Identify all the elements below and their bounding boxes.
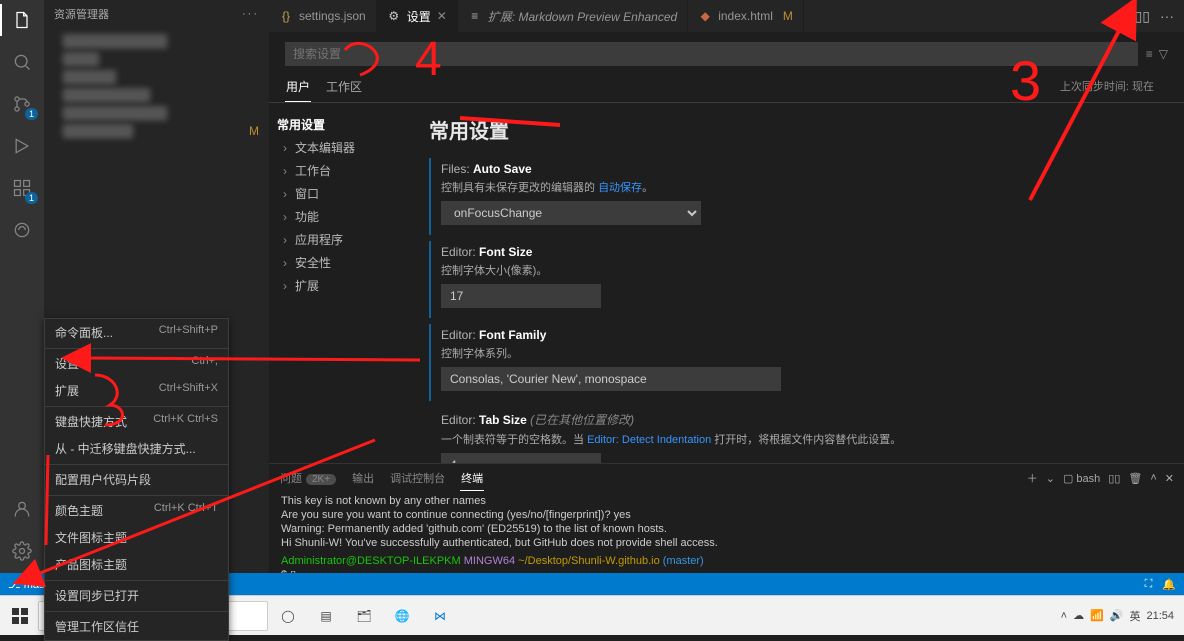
filter-icon[interactable]: ▽: [1159, 47, 1168, 61]
manage-context-menu: 命令面板...Ctrl+Shift+P 设置Ctrl+, 扩展Ctrl+Shif…: [44, 318, 229, 641]
taskbar-vscode-icon[interactable]: ⋈: [422, 600, 458, 632]
editor-tabs: {}settings.json ⚙设置✕ ≡扩展: Markdown Previ…: [269, 0, 1184, 32]
tray-chevron-icon: ˄: [1061, 610, 1067, 622]
menu-workspace-trust[interactable]: 管理工作区信任: [45, 611, 228, 640]
list-item[interactable]: ██████: [44, 68, 269, 86]
toc-item[interactable]: ›功能: [275, 205, 413, 228]
toc-item[interactable]: ›文本编辑器: [275, 136, 413, 159]
settings-toc: 常用设置 ›文本编辑器 ›工作台 ›窗口 ›功能 ›应用程序 ›安全性 ›扩展: [269, 103, 419, 463]
copilot-icon[interactable]: [8, 216, 36, 244]
run-icon[interactable]: [8, 132, 36, 160]
setting-font-family: Editor: Font Family 控制字体系列。: [429, 324, 1164, 401]
settings-list: 常用设置 Files: Auto Save 控制具有未保存更改的编辑器的 自动保…: [419, 103, 1184, 463]
list-item[interactable]: ████████████: [44, 32, 269, 50]
menu-extensions[interactable]: 扩展Ctrl+Shift+X: [45, 377, 228, 404]
list-item[interactable]: ██████████: [44, 86, 269, 104]
tab-settings-json[interactable]: {}settings.json: [269, 0, 377, 32]
toc-head[interactable]: 常用设置: [275, 113, 413, 136]
scope-workspace[interactable]: 工作区: [325, 70, 363, 102]
panel-tab-debug[interactable]: 调试控制台: [389, 466, 446, 490]
search-settings-input[interactable]: [285, 42, 1138, 66]
split-editor-icon[interactable]: ▯▯: [1135, 8, 1150, 25]
taskbar-edge-icon[interactable]: 🌐: [384, 600, 420, 632]
menu-settings-sync[interactable]: 设置同步已打开: [45, 580, 228, 609]
toc-item[interactable]: ›工作台: [275, 159, 413, 182]
tray-onedrive-icon: ☁: [1073, 609, 1084, 622]
accounts-icon[interactable]: [8, 495, 36, 523]
more-actions-icon[interactable]: ···: [1160, 8, 1174, 24]
font-family-input[interactable]: [441, 367, 781, 391]
tray-ime: 英: [1129, 608, 1140, 624]
start-button[interactable]: [4, 600, 36, 632]
toc-item[interactable]: ›扩展: [275, 274, 413, 297]
list-item[interactable]: ████████████: [44, 104, 269, 122]
menu-snippets[interactable]: 配置用户代码片段: [45, 464, 228, 493]
tray-wifi-icon: 📶: [1090, 609, 1104, 622]
clear-search-icon[interactable]: ≡: [1146, 47, 1153, 61]
split-terminal-icon[interactable]: ▯▯: [1108, 472, 1120, 485]
list-item[interactable]: ████: [44, 50, 269, 68]
setting-tab-size: Editor: Tab Size (已在其他位置修改) 一个制表符等于的空格数。…: [429, 407, 1164, 463]
extensions-icon[interactable]: 1: [8, 174, 36, 202]
taskbar-explorer-icon[interactable]: 🗂: [346, 600, 382, 632]
list-item[interactable]: ████████M: [44, 122, 269, 140]
maximize-panel-icon[interactable]: ˄: [1150, 472, 1156, 484]
menu-product-icon-theme[interactable]: 产品图标主题: [45, 551, 228, 578]
tray-volume-icon: 🔊: [1110, 609, 1124, 622]
close-panel-icon[interactable]: ✕: [1165, 472, 1174, 485]
panel-tab-problems[interactable]: 问题2K+: [279, 466, 337, 490]
system-tray[interactable]: ˄ ☁ 📶 🔊 英 21:54: [1061, 608, 1180, 624]
auto-save-select[interactable]: onFocusChange: [441, 201, 701, 225]
search-icon[interactable]: [8, 48, 36, 76]
menu-keyboard-shortcuts[interactable]: 键盘快捷方式Ctrl+K Ctrl+S: [45, 406, 228, 435]
tab-markdown-ext[interactable]: ≡扩展: Markdown Preview Enhanced: [458, 0, 688, 32]
link-auto-save[interactable]: 自动保存: [598, 182, 642, 194]
terminal-dropdown-icon[interactable]: ⌄: [1046, 472, 1055, 485]
setting-font-size: Editor: Font Size 控制字体大小(像素)。: [429, 241, 1164, 318]
scope-user[interactable]: 用户: [285, 70, 311, 102]
kill-terminal-icon[interactable]: 🗑: [1128, 472, 1142, 485]
tab-size-input[interactable]: [441, 453, 601, 463]
terminal[interactable]: This key is not known by any other names…: [269, 492, 1184, 573]
manage-gear-icon[interactable]: [8, 537, 36, 565]
activity-bar: 1 1: [0, 0, 44, 573]
new-terminal-icon[interactable]: ＋: [1027, 470, 1038, 486]
panel-tab-terminal[interactable]: 终端: [460, 466, 484, 491]
menu-file-icon-theme[interactable]: 文件图标主题: [45, 524, 228, 551]
tray-clock: 21:54: [1146, 610, 1174, 622]
toc-item[interactable]: ›窗口: [275, 182, 413, 205]
file-list: ████████████ ████ ██████ ██████████ ████…: [44, 28, 269, 144]
link-detect-indent[interactable]: Editor: Detect Indentation: [587, 434, 711, 446]
menu-color-theme[interactable]: 颜色主题Ctrl+K Ctrl+T: [45, 495, 228, 524]
menu-migrate-keybindings[interactable]: 从 - 中迁移键盘快捷方式...: [45, 435, 228, 462]
setting-auto-save: Files: Auto Save 控制具有未保存更改的编辑器的 自动保存。 on…: [429, 158, 1164, 235]
status-bell-icon[interactable]: 🔔: [1162, 578, 1176, 591]
sidebar-more-icon[interactable]: ···: [242, 8, 259, 20]
open-settings-json-icon[interactable]: ⧉: [1115, 8, 1125, 25]
terminal-shell-label[interactable]: ▢ bash: [1063, 472, 1100, 485]
sidebar-title: 资源管理器: [54, 6, 109, 22]
panel-tab-output[interactable]: 输出: [351, 466, 375, 490]
tab-index-html[interactable]: ◆index.htmlM: [688, 0, 804, 32]
taskbar-taskview-icon[interactable]: ▤: [308, 600, 344, 632]
menu-settings[interactable]: 设置Ctrl+,: [45, 348, 228, 377]
toc-item[interactable]: ›安全性: [275, 251, 413, 274]
menu-command-palette[interactable]: 命令面板...Ctrl+Shift+P: [45, 319, 228, 346]
status-feedback-icon[interactable]: ⛶: [1145, 578, 1153, 591]
taskbar-cortana-icon[interactable]: ◯: [270, 600, 306, 632]
scm-icon[interactable]: 1: [8, 90, 36, 118]
toc-item[interactable]: ›应用程序: [275, 228, 413, 251]
explorer-icon[interactable]: [8, 6, 36, 34]
bottom-panel: 问题2K+ 输出 调试控制台 终端 ＋ ⌄ ▢ bash ▯▯ 🗑 ˄ ✕ Th…: [269, 463, 1184, 573]
font-size-input[interactable]: [441, 284, 601, 308]
sync-info: 上次同步时间: 现在: [1060, 78, 1154, 94]
tab-settings[interactable]: ⚙设置✕: [377, 0, 458, 32]
section-title: 常用设置: [429, 115, 1164, 144]
close-icon[interactable]: ✕: [437, 9, 447, 23]
